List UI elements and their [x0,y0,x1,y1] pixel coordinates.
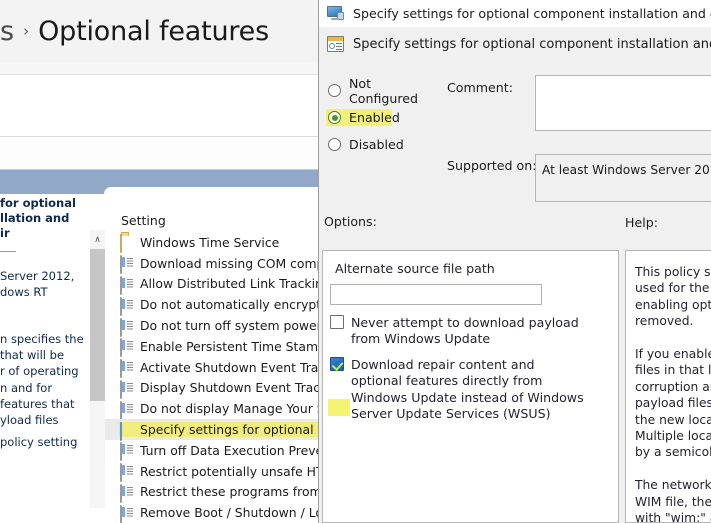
policy-doc-selected-icon [120,421,133,441]
radio-button-indicator[interactable] [328,138,341,151]
options-label: Options: [324,214,377,229]
chevron-right-icon: › [23,22,30,40]
help-panel[interactable]: This policy settin used for the rep enab… [625,250,711,523]
alternate-source-input[interactable] [330,284,542,305]
settings-band-top [0,62,318,75]
settings-list-row[interactable]: Display Shutdown Event Tracker [97,378,318,399]
policy-doc-icon [120,359,133,379]
checkbox-download-repair-content-label: Download repair content and optional fea… [351,357,584,421]
radio-disabled[interactable]: Disabled [324,131,444,158]
dialog-header: Specify settings for optional component … [319,27,711,61]
settings-list-row-label: Allow Distributed Link Tracking cli [140,276,318,292]
dialog-title-text: Specify settings for optional component … [353,5,711,21]
policy-doc-icon [120,275,133,295]
policy-doc-icon [120,296,133,316]
gpo-description-title: for optional llation and ir [0,196,76,240]
checkbox-never-download-box[interactable] [330,315,344,329]
gpo-description-body: n specifies the that will be r of operat… [0,332,84,428]
scrollbar-thumb[interactable] [90,249,105,401]
folder-icon [120,234,133,254]
settings-list-row[interactable]: Enable Persistent Time Stamp [97,336,318,358]
page-title: Optional features [38,15,269,47]
alternate-source-label: Alternate source file path [335,261,495,276]
policy-setting-icon [327,36,344,52]
settings-list-row-label: Display Shutdown Event Tracker [140,380,318,396]
policy-doc-icon [120,255,133,275]
settings-column-header[interactable]: Setting [121,213,166,228]
radio-button-indicator[interactable] [328,111,341,124]
settings-list-row-label: Do not automatically encrypt files [140,297,318,313]
settings-app-header: s › Optional features [0,0,318,62]
checkbox-never-download[interactable]: Never attempt to download payload from W… [330,315,590,348]
settings-list-row-label: Enable Persistent Time Stamp [140,338,318,354]
policy-doc-icon [120,317,133,337]
gpo-description-body-2: policy setting [0,435,78,449]
settings-list-row[interactable]: Specify settings for optional comp [97,419,318,441]
settings-list-row[interactable]: Do not display Manage Your Serve [97,398,318,420]
breadcrumb-previous[interactable]: s [0,16,14,47]
settings-list-row-label: Activate Shutdown Event Tracker S [140,359,318,375]
radio-not-configured[interactable]: Not Configured [324,75,444,106]
settings-list: Windows Time Service Download missing COM… [97,232,318,523]
radio-label: Disabled [349,137,404,152]
comment-label: Comment: [447,80,513,95]
dialog-titlebar[interactable]: Specify settings for optional component … [319,0,711,27]
computer-monitor-icon [327,5,344,21]
settings-list-row[interactable]: Restrict potentially unsafe HTML H [97,461,318,483]
radio-button-indicator[interactable] [328,84,341,97]
help-text: This policy settin used for the rep enab… [635,265,711,523]
policy-doc-icon [120,442,133,462]
settings-band-lower [0,137,318,170]
gpo-description-divider [0,251,16,252]
settings-list-row-label: Turn off Data Execution Preventio [140,442,318,458]
settings-list-row[interactable]: Activate Shutdown Event Tracker S [97,357,318,379]
policy-doc-icon [120,338,133,358]
settings-list-row[interactable]: Do not turn off system power afte [97,315,318,337]
radio-enabled[interactable]: Enabled [324,104,444,131]
settings-band-middle [0,75,318,137]
settings-list-row-label: Specify settings for optional comp [140,422,318,438]
policy-state-radio-group: Not Configured Enabled Disabled [324,75,444,158]
radio-label: Enabled [349,110,400,125]
settings-list-row[interactable]: Restrict these programs from bein [97,482,318,503]
settings-list-scrollbar[interactable]: ∧ [90,230,105,508]
settings-list-row-label: Remove Boot / Shutdown / Logon [140,505,318,521]
supported-on-label: Supported on: [447,158,537,173]
settings-list-row-label: Do not turn off system power afte [140,318,318,334]
policy-doc-icon [120,400,133,420]
settings-list-row[interactable]: Windows Time Service [97,232,318,254]
checkbox-never-download-label: Never attempt to download payload from W… [351,315,579,347]
breadcrumb: s › Optional features [0,8,318,54]
settings-list-row-label: Restrict these programs from bein [140,484,318,500]
policy-doc-icon [120,379,133,399]
options-panel: Alternate source file path Never attempt… [322,250,619,523]
gpo-description-supported: Server 2012, dows RT [0,269,75,299]
policy-doc-icon [120,504,133,523]
radio-label: Not Configured [349,75,419,106]
settings-list-row[interactable]: Allow Distributed Link Tracking cli [97,274,318,295]
help-label: Help: [625,215,658,230]
screen-root: s › Optional features for optional llati… [0,0,711,523]
settings-list-row-label: Windows Time Service [140,234,280,250]
comment-textarea[interactable] [535,75,711,131]
gpo-description-pane: for optional llation and ir Server 2012,… [0,194,97,523]
highlight-overlay-checkbox [328,399,350,416]
settings-list-row[interactable]: Remove Boot / Shutdown / Logon [97,502,318,523]
checkbox-download-repair-content[interactable]: Download repair content and optional fea… [328,357,598,422]
gpo-settings-list-pane: Setting Windows Time Service Download mis… [97,194,318,523]
group-policy-editor-window: for optional llation and ir Server 2012,… [0,170,318,523]
supported-on-value: At least Windows Server 2012, Wi [535,154,711,202]
checkbox-download-repair-content-box[interactable] [330,357,344,371]
settings-list-row[interactable]: Do not automatically encrypt files [97,294,318,316]
settings-list-row[interactable]: Download missing COM compon [97,253,318,275]
settings-list-row[interactable]: Turn off Data Execution Preventio [97,440,318,462]
policy-doc-icon [120,463,133,483]
dialog-header-text: Specify settings for optional component … [353,36,711,52]
settings-list-row-label: Download missing COM compon [140,255,318,271]
policy-doc-icon [120,483,133,503]
policy-setting-dialog: Specify settings for optional component … [318,0,711,523]
settings-list-row-label: Do not display Manage Your Serve [140,401,318,417]
scroll-up-icon[interactable]: ∧ [90,230,105,249]
settings-list-row-label: Restrict potentially unsafe HTML H [140,463,318,479]
